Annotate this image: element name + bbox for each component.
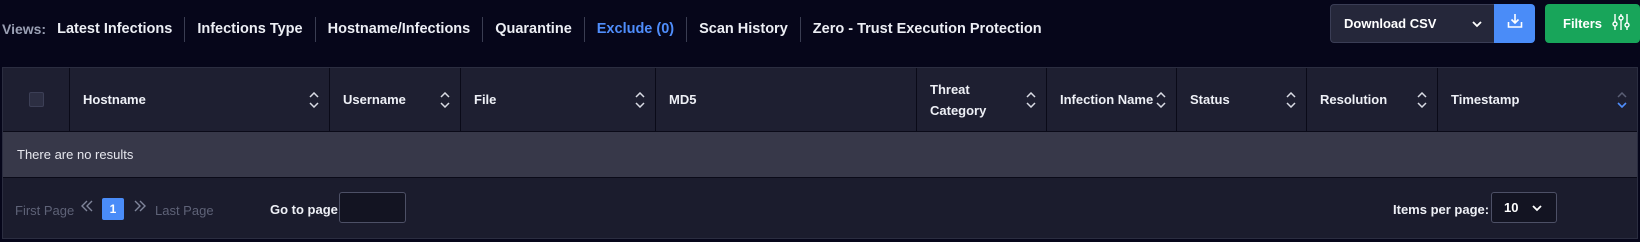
column-header-hostname[interactable]: Hostname [70, 68, 330, 131]
select-all-cell [3, 68, 70, 131]
sort-icon [309, 91, 319, 108]
column-header-infection-name[interactable]: Infection Name [1047, 68, 1177, 131]
column-header-username[interactable]: Username [330, 68, 461, 131]
pagination-bar: First Page 1 Last Page Go to page: Items… [3, 178, 1637, 239]
sort-icon [1417, 91, 1427, 108]
tab-zero-trust-execution-protection[interactable]: Zero - Trust Execution Protection [801, 16, 1054, 42]
tab-scan-history[interactable]: Scan History [687, 16, 800, 42]
filters-label: Filters [1563, 16, 1603, 31]
table-header: Hostname Username File MD5 Threat Catego… [3, 68, 1637, 131]
download-csv-select[interactable]: Download CSV [1330, 4, 1495, 43]
views-bar: Views: Latest Infections Infections Type… [0, 14, 1054, 44]
filters-button[interactable]: Filters [1545, 4, 1640, 43]
chevrons-left-icon[interactable] [80, 199, 94, 218]
page-number-current[interactable]: 1 [102, 198, 124, 220]
column-header-file[interactable]: File [461, 68, 656, 131]
select-all-checkbox[interactable] [28, 92, 44, 107]
column-header-md5[interactable]: MD5 [656, 68, 917, 131]
chevrons-right-icon[interactable] [133, 199, 147, 218]
download-csv-button[interactable] [1494, 4, 1535, 43]
tab-hostname-infections[interactable]: Hostname/Infections [316, 16, 483, 42]
empty-message: There are no results [17, 147, 134, 162]
column-label: MD5 [669, 92, 697, 107]
goto-page-label: Go to page: [270, 202, 343, 217]
chevron-down-icon [1532, 200, 1543, 215]
column-label: Username [343, 92, 406, 107]
column-label: Timestamp [1451, 92, 1520, 107]
empty-results-row: There are no results [3, 131, 1637, 178]
column-header-threat-category[interactable]: Threat Category [917, 68, 1047, 131]
column-label: File [474, 92, 497, 107]
sort-icon [440, 91, 450, 108]
column-header-resolution[interactable]: Resolution [1307, 68, 1438, 131]
goto-page-input[interactable] [339, 192, 406, 223]
tab-infections-type[interactable]: Infections Type [185, 16, 314, 42]
column-label: Resolution [1320, 92, 1388, 107]
items-per-page-select[interactable]: 10 [1491, 192, 1557, 223]
column-header-timestamp[interactable]: Timestamp [1438, 68, 1637, 131]
views-label: Views: [2, 21, 47, 37]
sort-desc-icon [1617, 91, 1627, 108]
exclusions-table: Hostname Username File MD5 Threat Catego… [2, 67, 1638, 239]
column-header-status[interactable]: Status [1177, 68, 1307, 131]
download-icon [1506, 12, 1524, 35]
tab-quarantine[interactable]: Quarantine [483, 16, 584, 42]
sort-icon [1026, 91, 1036, 108]
column-label: Threat Category [930, 81, 987, 118]
first-page-link[interactable]: First Page [15, 203, 74, 218]
items-per-page-label: Items per page: [1393, 202, 1490, 217]
items-per-page-value: 10 [1504, 200, 1519, 215]
sort-icon [1286, 91, 1296, 108]
last-page-link[interactable]: Last Page [155, 203, 214, 218]
column-label: Infection Name [1060, 92, 1154, 107]
tab-latest-infections[interactable]: Latest Infections [57, 16, 184, 42]
chevron-down-icon [1472, 16, 1482, 31]
column-label: Status [1190, 92, 1230, 107]
download-csv-label: Download CSV [1344, 16, 1437, 31]
sliders-icon [1612, 13, 1630, 34]
tab-exclude[interactable]: Exclude (0) [585, 16, 686, 42]
sort-icon [1156, 91, 1166, 108]
sort-icon [635, 91, 645, 108]
column-label: Hostname [83, 92, 146, 107]
